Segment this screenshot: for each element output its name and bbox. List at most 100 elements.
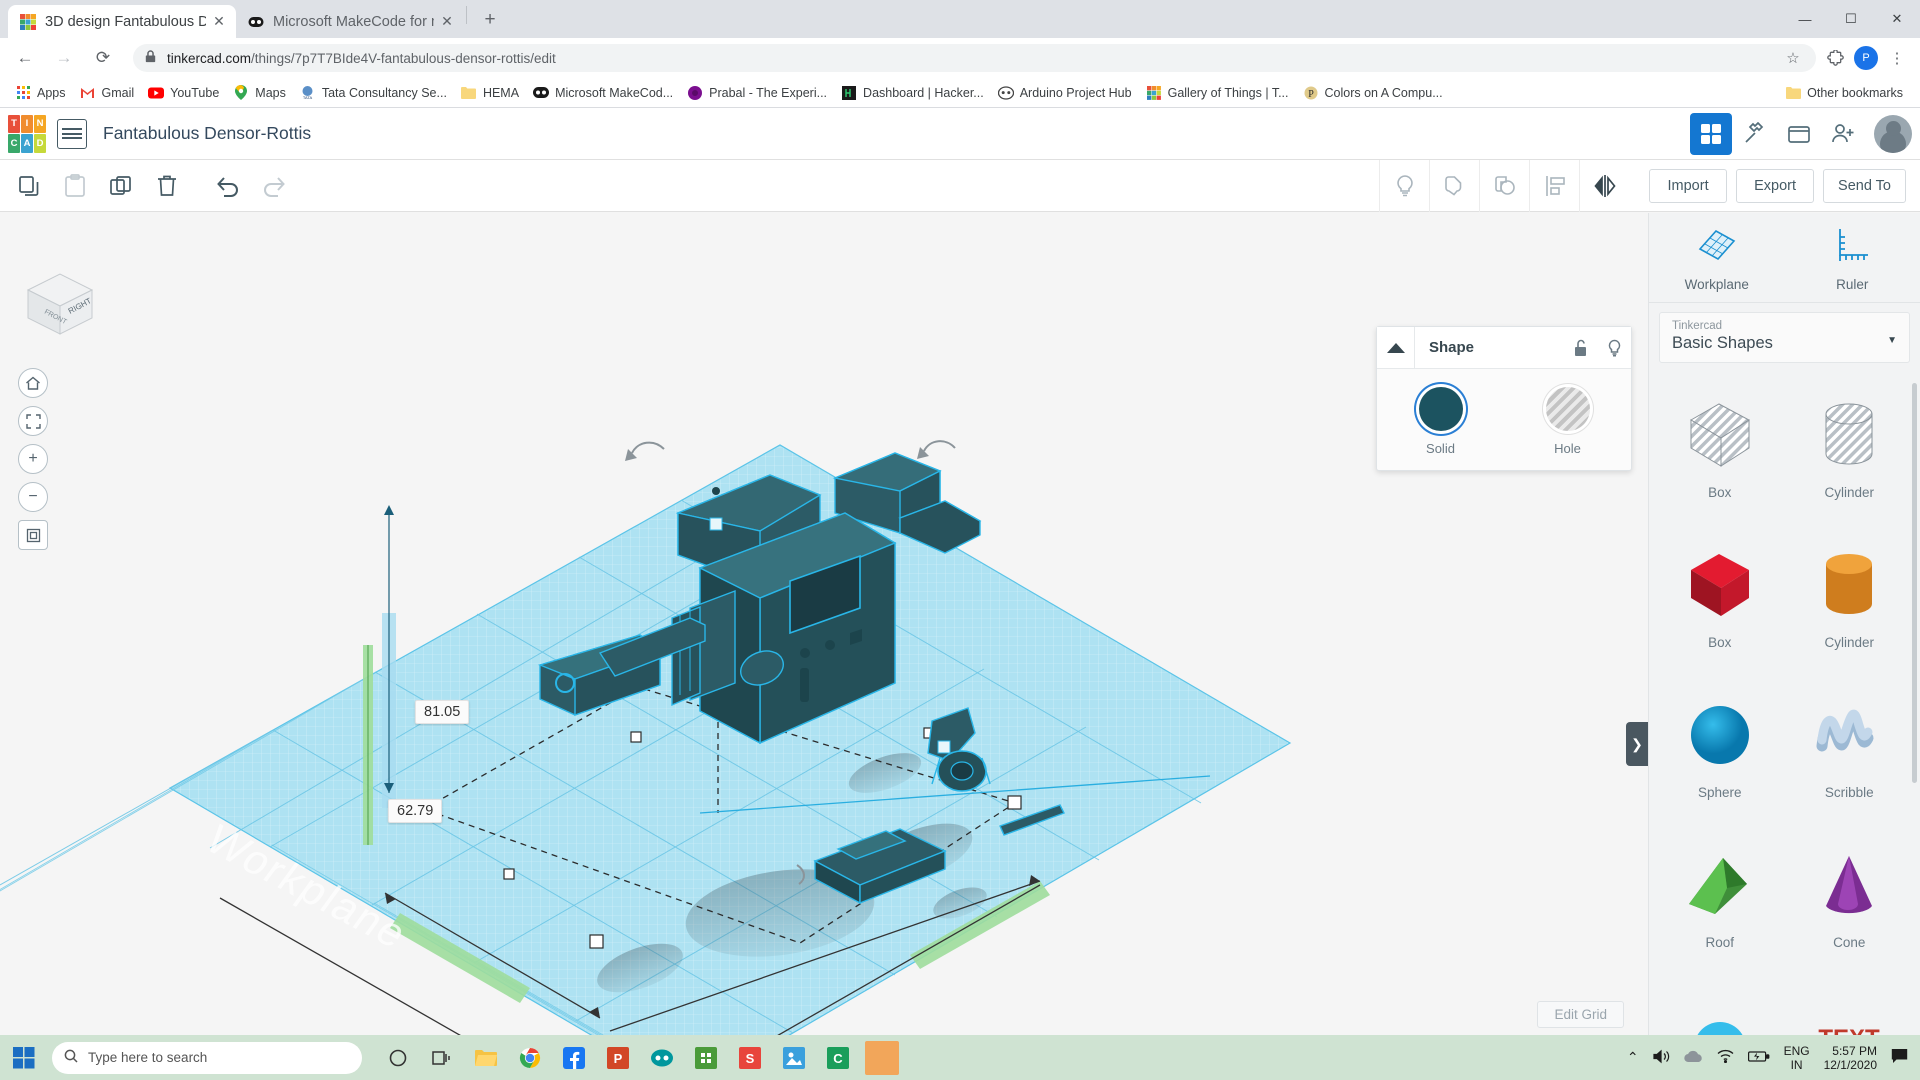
chrome-icon[interactable] [510,1038,550,1078]
avatar[interactable] [1874,114,1912,153]
tab-close-button[interactable]: ✕ [438,13,456,31]
bookmark-hema[interactable]: HEMA [454,82,526,104]
send-to-button[interactable]: Send To [1823,169,1906,203]
battery-charging-icon[interactable] [1747,1050,1770,1066]
dimension-label[interactable]: 62.79 [388,799,443,823]
arduino-icon[interactable] [642,1038,682,1078]
zoom-out-icon[interactable]: − [18,482,48,512]
view-cube[interactable]: FRONT RIGHT [20,268,100,340]
bookmark-tata[interactable]: TATA Tata Consultancy Se... [293,82,454,104]
speaker-icon[interactable] [1652,1049,1670,1067]
puzzle-piece-icon[interactable] [1822,45,1848,71]
close-window-button[interactable]: ✕ [1874,3,1920,35]
copy-icon[interactable] [9,166,49,206]
back-button[interactable]: ← [10,43,40,73]
apps-grid-icon[interactable] [1690,112,1732,155]
bookmark-colors-on-computer[interactable]: P Colors on A Compu... [1296,82,1450,104]
light-bulb-icon[interactable] [1379,160,1429,212]
bookmark-other-bookmarks[interactable]: Other bookmarks [1778,82,1910,104]
onedrive-cloud-icon[interactable] [1683,1050,1703,1066]
maximize-button[interactable]: ☐ [1828,3,1874,35]
bookmark-maps[interactable]: Maps [226,82,293,104]
shape-item-scribble[interactable]: Scribble [1785,687,1915,837]
tinkercad-logo-icon[interactable]: T I N C A D [8,114,46,153]
shape-option-solid[interactable]: Solid [1377,387,1504,456]
profile-avatar[interactable]: P [1854,46,1878,70]
browser-tab-active[interactable]: 3D design Fantabulous Densor-R ✕ [8,5,236,38]
gallery-icon[interactable] [1778,113,1820,155]
windows-start-icon[interactable] [0,1035,48,1080]
wifi-icon[interactable] [1717,1049,1734,1066]
active-window-icon[interactable] [862,1038,902,1078]
reload-button[interactable]: ⟳ [88,43,118,73]
zoom-in-icon[interactable]: + [18,444,48,474]
export-button[interactable]: Export [1736,169,1815,203]
shape-library-select[interactable]: Tinkercad Basic Shapes ▼ [1659,312,1910,363]
fit-all-icon[interactable] [18,406,48,436]
sidebar-tool-workplane[interactable]: Workplane [1649,213,1785,302]
ungroup-shapes-icon[interactable] [1479,160,1529,212]
search-input[interactable]: Type here to search [52,1041,362,1074]
makecode-icon[interactable] [686,1038,726,1078]
minimize-button[interactable]: — [1782,3,1828,35]
paste-icon[interactable] [55,166,95,206]
light-bulb-icon[interactable] [1597,339,1631,357]
delete-trash-icon[interactable] [147,166,187,206]
bookmark-gallery-of-things[interactable]: Gallery of Things | T... [1139,82,1296,104]
sidebar-tool-ruler[interactable]: Ruler [1785,213,1920,302]
collapse-caret-icon[interactable] [1377,326,1415,369]
calculator-icon[interactable]: C [818,1038,858,1078]
bookmark-prabal[interactable]: Prabal - The Experi... [680,82,834,104]
shape-item-box-hole[interactable]: Box [1655,387,1785,537]
file-explorer-icon[interactable] [466,1038,506,1078]
tab-close-button[interactable]: ✕ [210,13,228,31]
ortho-perspective-icon[interactable] [18,520,48,550]
import-button[interactable]: Import [1649,169,1728,203]
shape-option-hole[interactable]: Hole [1504,387,1631,456]
shape-item-cone[interactable]: Cone [1785,837,1915,987]
language-indicator[interactable]: ENG IN [1784,1044,1810,1072]
dimension-label[interactable]: 81.05 [415,700,470,724]
address-bar[interactable]: tinkercad.com/things/7p7T7BIde4V-fantabu… [133,44,1816,72]
bookmark-star-icon[interactable]: ☆ [1780,45,1806,71]
snipping-tool-icon[interactable]: S [730,1038,770,1078]
unlock-padlock-icon[interactable] [1563,339,1597,357]
shape-item-cylinder[interactable]: Cylinder [1785,537,1915,687]
undo-icon[interactable] [208,166,248,206]
project-menu-button[interactable] [57,118,87,149]
shape-item-sphere[interactable]: Sphere [1655,687,1785,837]
clock[interactable]: 5:57 PM 12/1/2020 [1824,1044,1877,1072]
align-icon[interactable] [1529,160,1579,212]
shape-item-box[interactable]: Box [1655,537,1785,687]
home-view-icon[interactable] [18,368,48,398]
redo-icon[interactable] [254,166,294,206]
three-dot-menu-icon[interactable]: ⋮ [1884,45,1910,71]
bookmark-arduino[interactable]: Arduino Project Hub [991,82,1139,104]
notification-icon[interactable] [1891,1048,1908,1067]
bookmark-makecode[interactable]: Microsoft MakeCod... [526,82,680,104]
facebook-icon[interactable] [554,1038,594,1078]
new-tab-button[interactable]: + [475,5,505,35]
task-view-icon[interactable] [422,1038,462,1078]
tools-hammer-icon[interactable] [1734,113,1776,155]
forward-button[interactable]: → [49,43,79,73]
mirror-flip-icon[interactable] [1579,160,1629,212]
bookmark-youtube[interactable]: YouTube [141,82,226,104]
cortana-icon[interactable] [378,1038,418,1078]
photos-icon[interactable] [774,1038,814,1078]
browser-tab-inactive[interactable]: Microsoft MakeCode for micro:bi ✕ [236,5,464,38]
group-shapes-icon[interactable] [1429,160,1479,212]
bookmark-gmail[interactable]: Gmail [73,82,142,104]
bookmark-hackster[interactable]: Dashboard | Hacker... [834,82,991,104]
sidebar-scrollbar[interactable] [1912,383,1917,783]
shape-library-grid[interactable]: Box Cylinder Box Cylinder Sphere Scribbl… [1649,373,1920,1080]
edit-grid-button[interactable]: Edit Grid [1537,1001,1624,1028]
duplicate-icon[interactable] [101,166,141,206]
powerpoint-icon[interactable]: P [598,1038,638,1078]
bookmark-apps[interactable]: Apps [8,82,73,104]
shape-item-roof[interactable]: Roof [1655,837,1785,987]
shape-item-cylinder-hole[interactable]: Cylinder [1785,387,1915,537]
add-person-icon[interactable] [1822,113,1864,155]
panel-collapse-toggle[interactable]: ❯ [1626,722,1648,766]
show-hidden-icons-icon[interactable]: ⌃ [1627,1049,1639,1066]
